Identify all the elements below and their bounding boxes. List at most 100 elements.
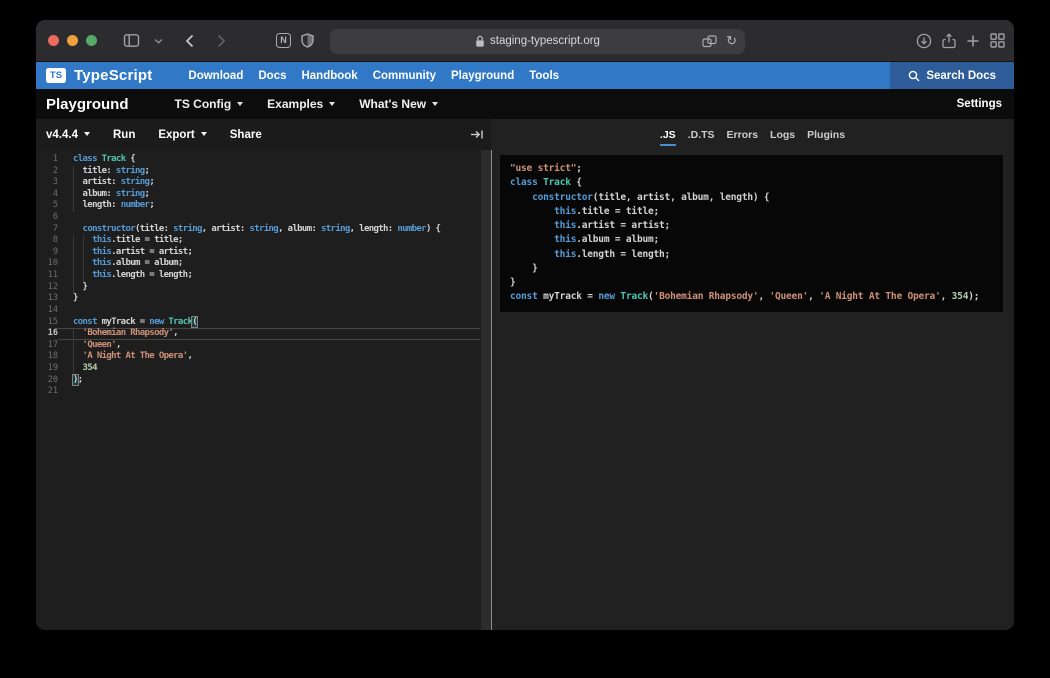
- line-number: 18: [36, 351, 58, 363]
- menu-ts-config[interactable]: TS Config: [175, 97, 244, 111]
- line-content: class Track {: [58, 154, 480, 166]
- indent-guide: [73, 363, 74, 375]
- menu-examples[interactable]: Examples: [267, 97, 335, 111]
- line-content: [58, 305, 480, 317]
- settings-button[interactable]: Settings: [957, 98, 1004, 110]
- line-content: 'A Night At The Opera',: [58, 351, 480, 363]
- site-nav-tools[interactable]: Tools: [529, 70, 559, 82]
- run-button[interactable]: Run: [113, 129, 135, 141]
- code-line-8[interactable]: 8 this.title = title;: [36, 235, 491, 247]
- close-window-button[interactable]: [48, 35, 59, 46]
- line-number: 1: [36, 154, 58, 166]
- code-line-21[interactable]: 21: [36, 386, 491, 398]
- line-content: this.length = length;: [58, 270, 480, 282]
- code-line-13[interactable]: 13}: [36, 293, 491, 305]
- url-text: staging-typescript.org: [490, 35, 600, 47]
- reload-icon[interactable]: ↻: [726, 33, 737, 49]
- line-content: );: [58, 375, 480, 387]
- code-line-5[interactable]: 5 length: number;: [36, 200, 491, 212]
- tab-overview-icon[interactable]: [990, 33, 1005, 48]
- indent-guide: [73, 177, 74, 189]
- line-content: [58, 212, 480, 224]
- indent-guide: [73, 166, 74, 178]
- code-line-2[interactable]: 2 title: string;: [36, 166, 491, 178]
- line-number: 9: [36, 247, 58, 259]
- translate-icon[interactable]: [702, 35, 717, 48]
- site-nav-community[interactable]: Community: [373, 70, 436, 82]
- output-line-7: this.length = length;: [510, 248, 993, 262]
- code-line-3[interactable]: 3 artist: string;: [36, 177, 491, 189]
- site-header: TS TypeScript Download Docs Handbook Commun…: [36, 62, 1014, 89]
- output-line-9: }: [510, 276, 993, 290]
- code-line-4[interactable]: 4 album: string;: [36, 189, 491, 201]
- tab-js[interactable]: .JS: [660, 125, 676, 144]
- output-line-6: this.album = album;: [510, 233, 993, 247]
- site-nav-handbook[interactable]: Handbook: [301, 70, 357, 82]
- new-tab-icon[interactable]: [966, 34, 980, 48]
- indent-guide: [73, 200, 74, 212]
- line-number: 21: [36, 386, 58, 398]
- line-number: 12: [36, 282, 58, 294]
- line-content: this.title = title;: [58, 235, 480, 247]
- code-line-6[interactable]: 6: [36, 212, 491, 224]
- code-line-20[interactable]: 20);: [36, 375, 491, 387]
- code-editor[interactable]: 1class Track {2 title: string;3 artist: …: [36, 150, 491, 630]
- line-content: title: string;: [58, 166, 480, 178]
- code-line-9[interactable]: 9 this.artist = artist;: [36, 247, 491, 259]
- tab-dts[interactable]: .D.TS: [688, 125, 715, 144]
- code-line-10[interactable]: 10 this.album = album;: [36, 258, 491, 270]
- site-nav-download[interactable]: Download: [188, 70, 243, 82]
- back-button[interactable]: [185, 34, 194, 48]
- menu-what-s-new[interactable]: What's New: [359, 97, 438, 111]
- code-line-7[interactable]: 7 constructor(title: string, artist: str…: [36, 224, 491, 236]
- code-line-11[interactable]: 11 this.length = length;: [36, 270, 491, 282]
- code-line-19[interactable]: 19 354: [36, 363, 491, 375]
- site-nav-playground[interactable]: Playground: [451, 70, 514, 82]
- export-dropdown[interactable]: Export: [158, 129, 206, 141]
- sidebar-chevron-down-icon[interactable]: [154, 38, 163, 44]
- line-number: 11: [36, 270, 58, 282]
- line-number: 8: [36, 235, 58, 247]
- share-icon[interactable]: [942, 33, 956, 49]
- code-line-17[interactable]: 17 'Queen',: [36, 340, 491, 352]
- zoom-window-button[interactable]: [86, 35, 97, 46]
- indent-guide: [83, 270, 84, 282]
- open-sidebar-icon[interactable]: [470, 128, 484, 141]
- site-nav-docs[interactable]: Docs: [258, 70, 286, 82]
- notion-extension-icon[interactable]: N: [276, 33, 291, 48]
- line-content: album: string;: [58, 189, 480, 201]
- code-line-15[interactable]: 15const myTrack = new Track(: [36, 317, 491, 329]
- editor-toolbar: v4.4.4 Run Export Share: [36, 119, 491, 150]
- line-content: 'Bohemian Rhapsody',: [58, 328, 480, 340]
- indent-guide: [73, 270, 74, 282]
- minimize-window-button[interactable]: [67, 35, 78, 46]
- share-button[interactable]: Share: [230, 129, 262, 141]
- code-line-18[interactable]: 18 'A Night At The Opera',: [36, 351, 491, 363]
- playground-nav: Playground TS ConfigExamplesWhat's New S…: [36, 89, 1014, 119]
- search-docs-button[interactable]: Search Docs: [890, 62, 1014, 89]
- code-line-16[interactable]: 16 'Bohemian Rhapsody',: [36, 328, 491, 340]
- code-line-1[interactable]: 1class Track {: [36, 154, 491, 166]
- address-bar[interactable]: staging-typescript.org ↻: [330, 29, 745, 54]
- version-dropdown[interactable]: v4.4.4: [46, 129, 90, 141]
- tab-logs[interactable]: Logs: [770, 125, 795, 144]
- typescript-logo[interactable]: TS: [46, 68, 66, 83]
- downloads-icon[interactable]: [916, 33, 932, 49]
- shield-extension-icon[interactable]: [301, 33, 314, 48]
- editor-scrollbar[interactable]: [481, 150, 491, 630]
- code-line-12[interactable]: 12 }: [36, 282, 491, 294]
- line-number: 20: [36, 375, 58, 387]
- output-line-8: }: [510, 262, 993, 276]
- line-number: 16: [36, 328, 58, 340]
- indent-guide: [73, 282, 74, 294]
- line-number: 2: [36, 166, 58, 178]
- tab-errors[interactable]: Errors: [727, 125, 759, 144]
- forward-button[interactable]: [217, 34, 226, 48]
- line-number: 15: [36, 317, 58, 329]
- tab-plugins[interactable]: Plugins: [807, 125, 845, 144]
- line-content: }: [58, 282, 480, 294]
- line-number: 13: [36, 293, 58, 305]
- code-line-14[interactable]: 14: [36, 305, 491, 317]
- sidebar-icon[interactable]: [123, 33, 140, 48]
- site-brand[interactable]: TypeScript: [74, 67, 152, 84]
